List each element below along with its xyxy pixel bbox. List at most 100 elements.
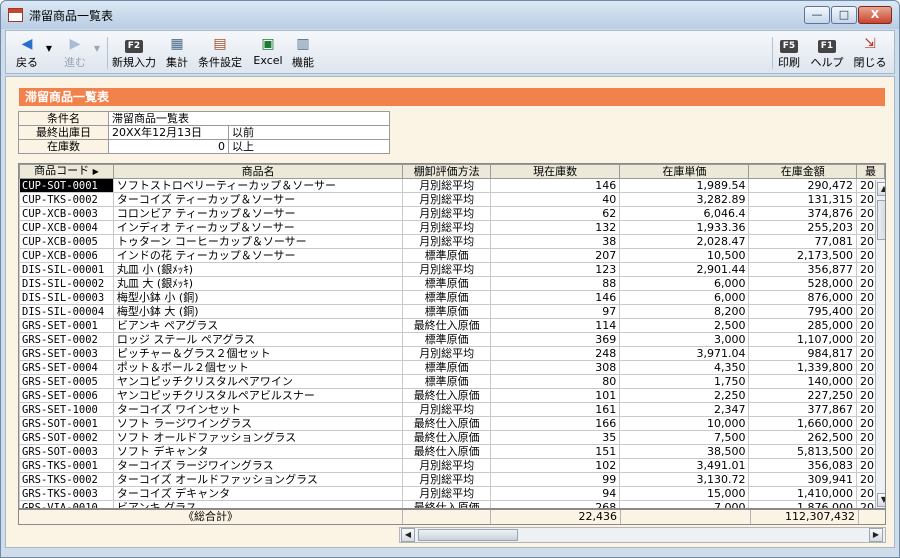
table-row[interactable]: CUP-XCB-0005 トゥターン コーヒーカップ＆ソーサー 月別総平均 38 2,0… [19, 234, 885, 249]
cell-unit-price[interactable]: 3,971.04 [619, 346, 750, 361]
cell-name[interactable]: ソフトストロベリーティーカップ＆ソーサー [112, 178, 404, 193]
cell-valuation[interactable]: 最終仕入原価 [402, 416, 492, 431]
cell-unit-price[interactable]: 7,500 [619, 430, 750, 445]
cell-name[interactable]: インディオ ティーカップ＆ソーサー [112, 220, 404, 235]
table-row[interactable]: DIS-SIL-00002 丸皿 大 (銀ﾒｯｷ) 標準原価 88 6,000 528,0… [19, 276, 885, 291]
table-row[interactable]: GRS-TKS-0003 ターコイズ デキャンタ 月別総平均 94 15,000 1,41… [19, 486, 885, 501]
function-button[interactable]: ▥ 機能 [288, 33, 318, 73]
horizontal-scrollbar[interactable]: ◀ ▶ [399, 527, 886, 543]
cell-name[interactable]: ビアンキ グラス [112, 500, 404, 508]
cell-code[interactable]: CUP-XCB-0003 [19, 206, 114, 221]
cell-amount[interactable]: 795,400 [748, 304, 858, 319]
cell-unit-price[interactable]: 2,901.44 [619, 262, 750, 277]
cell-code[interactable]: GRS-TKS-0003 [19, 486, 114, 501]
cell-amount[interactable]: 374,876 [748, 206, 858, 221]
cell-amount[interactable]: 984,817 [748, 346, 858, 361]
cell-name[interactable]: トゥターン コーヒーカップ＆ソーサー [112, 234, 404, 249]
cell-valuation[interactable]: 月別総平均 [402, 472, 492, 487]
cell-stock-qty[interactable]: 97 [490, 304, 621, 319]
cell-unit-price[interactable]: 4,350 [619, 360, 750, 375]
cell-code[interactable]: CUP-SOT-0001 [19, 178, 114, 193]
cell-unit-price[interactable]: 2,250 [619, 388, 750, 403]
cell-amount[interactable]: 285,000 [748, 318, 858, 333]
cell-name[interactable]: ビアンキ ペアグラス [112, 318, 404, 333]
table-row[interactable]: GRS-TKS-0001 ターコイズ ラージワイングラス 月別総平均 102 3,491… [19, 458, 885, 473]
cell-code[interactable]: CUP-XCB-0004 [19, 220, 114, 235]
table-row[interactable]: CUP-SOT-0001 ソフトストロベリーティーカップ＆ソーサー 月別総平均 146… [19, 178, 885, 193]
cell-code[interactable]: GRS-SET-0005 [19, 374, 114, 389]
col-header-last[interactable]: 最 [856, 164, 885, 179]
cell-amount[interactable]: 356,877 [748, 262, 858, 277]
col-header-unit-price[interactable]: 在庫単価 [619, 164, 750, 179]
cell-amount[interactable]: 227,250 [748, 388, 858, 403]
cell-stock-qty[interactable]: 146 [490, 290, 621, 305]
cell-stock-qty[interactable]: 94 [490, 486, 621, 501]
table-row[interactable]: CUP-XCB-0003 コロンビア ティーカップ＆ソーサー 月別総平均 62 6,04… [19, 206, 885, 221]
cell-stock-qty[interactable]: 369 [490, 332, 621, 347]
cell-name[interactable]: ソフト デキャンタ [112, 444, 404, 459]
table-row[interactable]: GRS-VIA-0010 ビアンキ グラス 最終仕入原価 268 7,000 1,876,… [19, 500, 885, 508]
cell-name[interactable]: インドの花 ティーカップ＆ソーサー [112, 248, 404, 263]
cell-stock-qty[interactable]: 114 [490, 318, 621, 333]
table-row[interactable]: GRS-SET-0001 ビアンキ ペアグラス 最終仕入原価 114 2,500 285,… [19, 318, 885, 333]
cell-name[interactable]: ターコイズ ワインセット [112, 402, 404, 417]
cell-name[interactable]: ソフト ラージワイングラス [112, 416, 404, 431]
cell-code[interactable]: GRS-SOT-0001 [19, 416, 114, 431]
table-row[interactable]: GRS-SET-0004 ポット＆ボール２個セット 標準原価 308 4,350 1,33… [19, 360, 885, 375]
cell-valuation[interactable]: 最終仕入原価 [402, 500, 492, 508]
cell-stock-qty[interactable]: 101 [490, 388, 621, 403]
cell-name[interactable]: ターコイズ デキャンタ [112, 486, 404, 501]
table-row[interactable]: GRS-SOT-0003 ソフト デキャンタ 最終仕入原価 151 38,500 5,81… [19, 444, 885, 459]
cell-name[interactable]: 梅型小鉢 小 (銅) [112, 290, 404, 305]
cell-code[interactable]: DIS-SIL-00003 [19, 290, 114, 305]
table-row[interactable]: CUP-TKS-0002 ターコイズ ティーカップ＆ソーサー 月別総平均 40 3,28… [19, 192, 885, 207]
cell-amount[interactable]: 140,000 [748, 374, 858, 389]
horizontal-scroll-thumb[interactable] [418, 529, 518, 541]
cell-name[interactable]: コロンビア ティーカップ＆ソーサー [112, 206, 404, 221]
cell-unit-price[interactable]: 2,500 [619, 318, 750, 333]
cell-amount[interactable]: 1,107,000 [748, 332, 858, 347]
cell-unit-price[interactable]: 1,933.36 [619, 220, 750, 235]
cell-stock-qty[interactable]: 99 [490, 472, 621, 487]
cell-code[interactable]: DIS-SIL-00001 [19, 262, 114, 277]
cell-code[interactable]: GRS-SET-0001 [19, 318, 114, 333]
cell-code[interactable]: GRS-SET-1000 [19, 402, 114, 417]
cell-valuation[interactable]: 標準原価 [402, 374, 492, 389]
cell-name[interactable]: ターコイズ ティーカップ＆ソーサー [112, 192, 404, 207]
cell-valuation[interactable]: 月別総平均 [402, 178, 492, 193]
cell-stock-qty[interactable]: 151 [490, 444, 621, 459]
cell-unit-price[interactable]: 6,046.4 [619, 206, 750, 221]
cell-unit-price[interactable]: 15,000 [619, 486, 750, 501]
cell-code[interactable]: GRS-VIA-0010 [19, 500, 114, 508]
cell-stock-qty[interactable]: 88 [490, 276, 621, 291]
cell-valuation[interactable]: 標準原価 [402, 290, 492, 305]
cell-stock-qty[interactable]: 308 [490, 360, 621, 375]
cell-amount[interactable]: 2,173,500 [748, 248, 858, 263]
cell-unit-price[interactable]: 1,989.54 [619, 178, 750, 193]
table-row[interactable]: GRS-TKS-0002 ターコイズ オールドファッショングラス 月別総平均 99 3,… [19, 472, 885, 487]
cell-valuation[interactable]: 標準原価 [402, 360, 492, 375]
cell-unit-price[interactable]: 10,500 [619, 248, 750, 263]
cell-unit-price[interactable]: 3,282.89 [619, 192, 750, 207]
cell-unit-price[interactable]: 8,200 [619, 304, 750, 319]
cell-valuation[interactable]: 月別総平均 [402, 262, 492, 277]
cell-unit-price[interactable]: 2,347 [619, 402, 750, 417]
vertical-scroll-thumb[interactable] [877, 200, 885, 240]
help-button[interactable]: F1 ヘルプ [808, 33, 846, 73]
cell-valuation[interactable]: 標準原価 [402, 276, 492, 291]
excel-button[interactable]: ▣ Excel [250, 33, 286, 73]
cell-stock-qty[interactable]: 80 [490, 374, 621, 389]
col-header-amount[interactable]: 在庫金額 [748, 164, 858, 179]
cell-stock-qty[interactable]: 132 [490, 220, 621, 235]
cell-unit-price[interactable]: 3,491.01 [619, 458, 750, 473]
table-row[interactable]: DIS-SIL-00003 梅型小鉢 小 (銅) 標準原価 146 6,000 876,0… [19, 290, 885, 305]
cell-stock-qty[interactable]: 102 [490, 458, 621, 473]
cell-code[interactable]: GRS-SET-0003 [19, 346, 114, 361]
cell-code[interactable]: GRS-TKS-0001 [19, 458, 114, 473]
cell-name[interactable]: ピッチャー＆グラス２個セット [112, 346, 404, 361]
cell-name[interactable]: ヤンコピッチクリスタルペアワイン [112, 374, 404, 389]
col-header-name[interactable]: 商品名 [112, 164, 404, 179]
cell-name[interactable]: 丸皿 小 (銀ﾒｯｷ) [112, 262, 404, 277]
cell-stock-qty[interactable]: 161 [490, 402, 621, 417]
back-button[interactable]: ◀ 戻る [10, 33, 44, 73]
